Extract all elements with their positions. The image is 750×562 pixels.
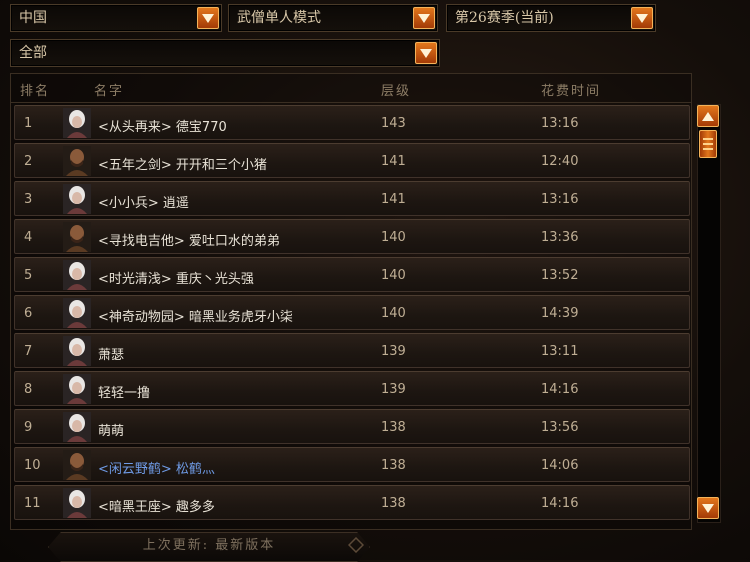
chevron-down-icon[interactable] (631, 7, 653, 29)
avatar (63, 222, 91, 252)
time-cell: 14:16 (541, 496, 579, 511)
player-name[interactable]: <暗黑王座> 趣多多 (98, 496, 215, 515)
category-dropdown[interactable]: 全部 (10, 39, 440, 67)
player-name[interactable]: <神奇动物园> 暗黑业务虎牙小柒 (98, 306, 293, 325)
chevron-down-icon[interactable] (413, 7, 435, 29)
time-cell: 13:36 (541, 230, 579, 245)
player-name[interactable]: <时光清浅> 重庆丶光头强 (98, 268, 254, 287)
level-cell: 139 (381, 344, 406, 359)
time-cell: 12:40 (541, 154, 579, 169)
season-dropdown[interactable]: 第26赛季(当前) (446, 4, 656, 32)
scroll-down-button[interactable] (697, 497, 719, 519)
player-name[interactable]: 萌萌 (98, 420, 124, 439)
level-cell: 141 (381, 154, 406, 169)
rank-cell: 3 (24, 192, 33, 207)
level-cell: 138 (381, 458, 406, 473)
time-cell: 13:16 (541, 116, 579, 131)
rank-cell: 11 (24, 496, 41, 511)
rank-cell: 4 (24, 230, 33, 245)
column-rank[interactable]: 排名 (20, 80, 50, 99)
table-row[interactable]: 1 <从头再来> 德宝770 143 13:16 (14, 105, 690, 140)
table-row[interactable]: 7 萧瑟 139 13:11 (14, 333, 690, 368)
rank-cell: 8 (24, 382, 33, 397)
rank-cell: 2 (24, 154, 33, 169)
avatar (63, 146, 91, 176)
table-row[interactable]: 8 轻轻一撸 139 14:16 (14, 371, 690, 406)
scrollbar-thumb[interactable] (699, 130, 717, 158)
mode-value: 武僧单人模式 (237, 10, 321, 26)
level-cell: 140 (381, 268, 406, 283)
season-value: 第26赛季(当前) (455, 10, 554, 26)
level-cell: 138 (381, 420, 406, 435)
level-cell: 143 (381, 116, 406, 131)
table-header: 排名 名字 层级 花费时间 (11, 74, 691, 103)
avatar (63, 298, 91, 328)
scrollbar-track[interactable] (697, 104, 721, 523)
level-cell: 140 (381, 230, 406, 245)
level-cell: 139 (381, 382, 406, 397)
player-name[interactable]: <闲云野鹤> 松鹤灬 (98, 458, 215, 477)
table-row[interactable]: 9 萌萌 138 13:56 (14, 409, 690, 444)
rank-cell: 9 (24, 420, 33, 435)
player-name[interactable]: <小小兵> 逍遥 (98, 192, 189, 211)
time-cell: 13:16 (541, 192, 579, 207)
player-name[interactable]: <寻找电吉他> 爱吐口水的弟弟 (98, 230, 280, 249)
rank-cell: 1 (24, 116, 33, 131)
player-name[interactable]: 萧瑟 (98, 344, 124, 363)
chevron-down-icon[interactable] (197, 7, 219, 29)
avatar (63, 374, 91, 404)
player-name[interactable]: <五年之剑> 开开和三个小猪 (98, 154, 267, 173)
level-cell: 141 (381, 192, 406, 207)
time-cell: 14:06 (541, 458, 579, 473)
column-level[interactable]: 层级 (381, 80, 411, 99)
time-cell: 13:11 (541, 344, 579, 359)
time-cell: 14:39 (541, 306, 579, 321)
table-row[interactable]: 10 <闲云野鹤> 松鹤灬 138 14:06 (14, 447, 690, 482)
avatar (63, 184, 91, 214)
column-time[interactable]: 花费时间 (541, 80, 601, 99)
rank-cell: 5 (24, 268, 33, 283)
arrow-down-icon (702, 503, 714, 513)
column-name[interactable]: 名字 (94, 80, 124, 99)
mode-dropdown[interactable]: 武僧单人模式 (228, 4, 438, 32)
leaderboard-table: 排名 名字 层级 花费时间 1 <从头再来> 德宝770 143 13:16 2 <五年之… (10, 73, 692, 530)
avatar (63, 336, 91, 366)
avatar (63, 488, 91, 518)
last-update-bar: 上次更新: 最新版本 (48, 532, 370, 562)
time-cell: 13:56 (541, 420, 579, 435)
avatar (63, 450, 91, 480)
table-row[interactable]: 11 <暗黑王座> 趣多多 138 14:16 (14, 485, 690, 520)
avatar (63, 412, 91, 442)
rank-cell: 7 (24, 344, 33, 359)
level-cell: 140 (381, 306, 406, 321)
arrow-up-icon (702, 111, 714, 121)
region-value: 中国 (19, 10, 47, 26)
player-name[interactable]: <从头再来> 德宝770 (98, 116, 227, 135)
rank-cell: 6 (24, 306, 33, 321)
avatar (63, 260, 91, 290)
level-cell: 138 (381, 496, 406, 511)
region-dropdown[interactable]: 中国 (10, 4, 222, 32)
last-update-text: 上次更新: 最新版本 (142, 538, 276, 553)
rank-cell: 10 (24, 458, 41, 473)
category-value: 全部 (19, 45, 47, 61)
time-cell: 13:52 (541, 268, 579, 283)
table-row[interactable]: 5 <时光清浅> 重庆丶光头强 140 13:52 (14, 257, 690, 292)
avatar (63, 108, 91, 138)
scroll-up-button[interactable] (697, 105, 719, 127)
time-cell: 14:16 (541, 382, 579, 397)
table-row[interactable]: 2 <五年之剑> 开开和三个小猪 141 12:40 (14, 143, 690, 178)
table-row[interactable]: 3 <小小兵> 逍遥 141 13:16 (14, 181, 690, 216)
chevron-down-icon[interactable] (415, 42, 437, 64)
table-row[interactable]: 4 <寻找电吉他> 爱吐口水的弟弟 140 13:36 (14, 219, 690, 254)
table-row[interactable]: 6 <神奇动物园> 暗黑业务虎牙小柒 140 14:39 (14, 295, 690, 330)
player-name[interactable]: 轻轻一撸 (98, 382, 150, 401)
ornament-icon (348, 537, 364, 553)
